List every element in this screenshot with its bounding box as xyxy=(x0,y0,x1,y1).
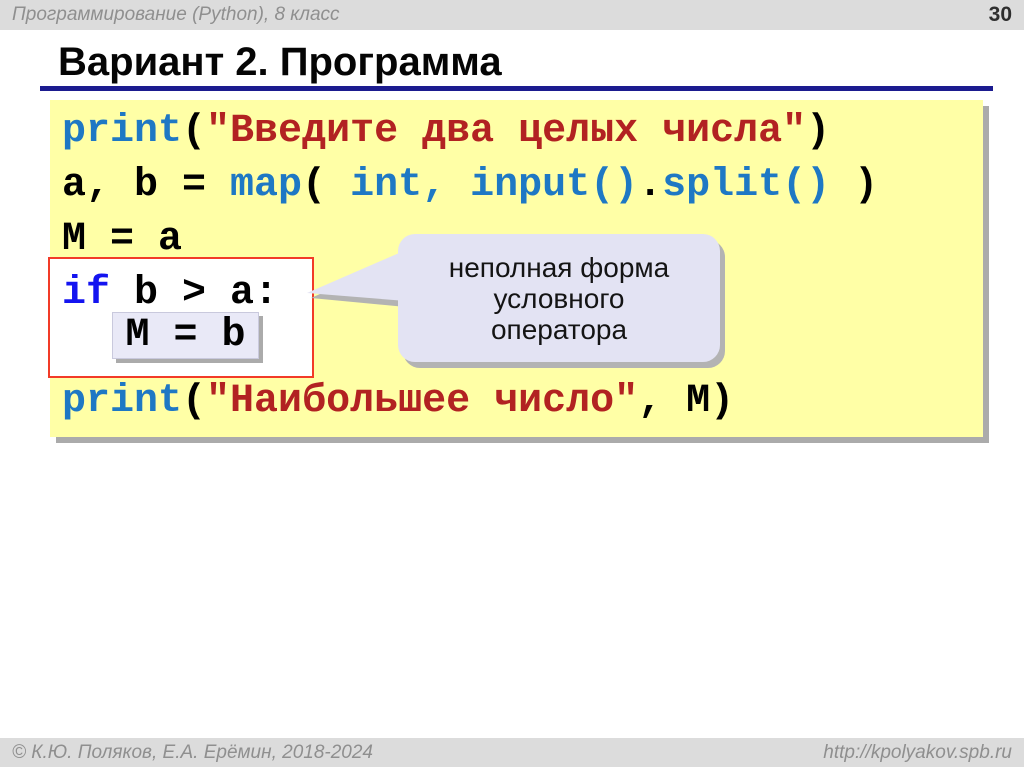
footer-url: http://kpolyakov.spb.ru xyxy=(823,742,1012,764)
course-label: Программирование (Python), 8 класс xyxy=(12,4,340,26)
code-line-if-body: M = b xyxy=(125,316,245,356)
code-line-assign-m: M = a xyxy=(62,218,182,262)
callout-text-line2: условного xyxy=(494,283,625,314)
copyright-label: © К.Ю. Поляков, Е.А. Ерёмин, 2018-2024 xyxy=(12,742,373,764)
code-line-print-prompt: print("Введите два целых числа") xyxy=(62,110,830,154)
callout-pointer xyxy=(300,240,410,315)
code-line-print-result: print("Наибольшее число", M) xyxy=(62,380,734,424)
code-line-input-map: a, b = map( int, input().split() ) xyxy=(62,164,878,208)
callout-text-line1: неполная форма xyxy=(449,252,669,283)
title-underline xyxy=(40,86,993,91)
slide-canvas: Программирование (Python), 8 класс 30 Ва… xyxy=(0,0,1024,767)
if-body-box: M = b xyxy=(112,312,259,359)
header-bar: Программирование (Python), 8 класс 30 xyxy=(0,0,1024,30)
slide-title: Вариант 2. Программа xyxy=(58,38,502,86)
page-number: 30 xyxy=(989,3,1012,27)
callout-text-line3: оператора xyxy=(491,314,627,345)
callout-bubble: неполная форма условного оператора xyxy=(398,234,720,362)
code-line-if-condition: if b > a: xyxy=(62,272,278,316)
footer-bar: © К.Ю. Поляков, Е.А. Ерёмин, 2018-2024 h… xyxy=(0,738,1024,767)
